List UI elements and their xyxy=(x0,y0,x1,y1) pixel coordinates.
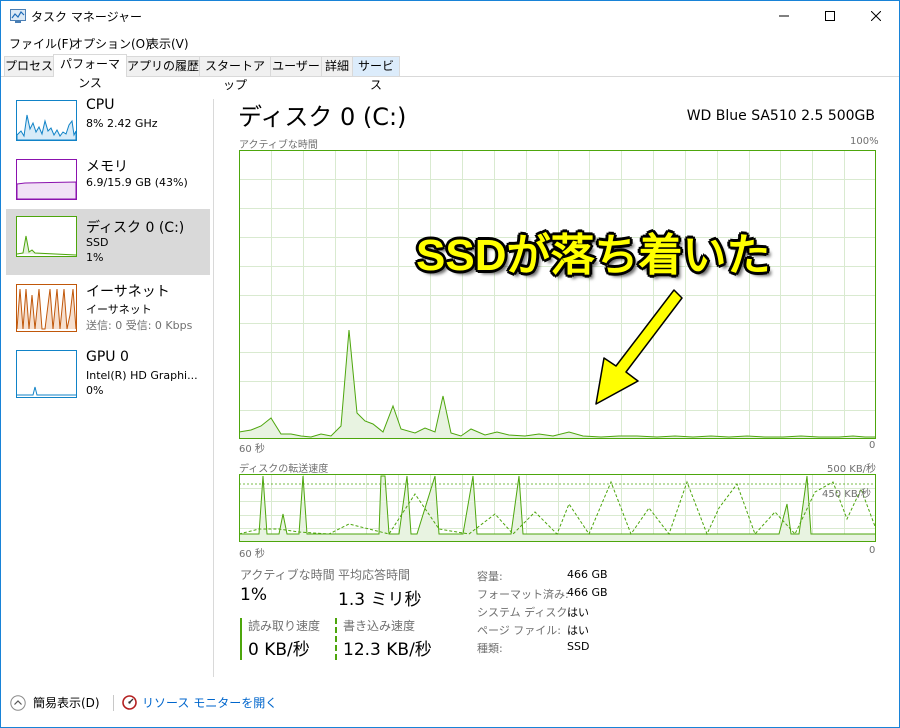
write-speed-marker xyxy=(335,618,337,660)
tab-app-history[interactable]: アプリの履歴 xyxy=(126,56,200,76)
sidebar-item-disk0[interactable]: ディスク 0 (C:) SSD 1% xyxy=(6,209,210,275)
active-time-value: 1% xyxy=(240,585,267,605)
sidebar-ethernet-throughput: 送信: 0 受信: 0 Kbps xyxy=(86,319,193,332)
sidebar-disk-usage: 1% xyxy=(86,251,104,264)
graph1-label: アクティブな時間 xyxy=(239,140,318,151)
read-speed-label: 読み取り速度 xyxy=(248,619,321,633)
sidebar-item-cpu[interactable]: CPU 8% 2.42 GHz xyxy=(6,93,210,159)
sidebar-disk-type: SSD xyxy=(86,236,109,249)
disk-thumbnail-graph xyxy=(16,216,77,257)
prop-system-disk-value: はい xyxy=(567,606,589,619)
sidebar-item-ethernet[interactable]: イーサネット イーサネット 送信: 0 受信: 0 Kbps xyxy=(6,275,210,341)
menu-options[interactable]: オプション(O) xyxy=(71,35,150,52)
close-button[interactable] xyxy=(853,1,899,31)
title-bar: タスク マネージャー xyxy=(1,1,899,31)
graph2-label: ディスクの転送速度 xyxy=(239,464,329,475)
graph2-max: 500 KB/秒 xyxy=(827,464,877,475)
sidebar-item-gpu[interactable]: GPU 0 Intel(R) HD Graphi... 0% xyxy=(6,343,210,409)
maximize-button[interactable] xyxy=(807,1,853,31)
annotation-arrow-icon xyxy=(595,289,683,405)
write-speed-label: 書き込み速度 xyxy=(343,619,416,633)
sidebar-gpu-model: Intel(R) HD Graphi... xyxy=(86,369,198,382)
graph1-time: 60 秒 xyxy=(239,444,265,455)
footer-divider xyxy=(113,695,114,711)
annotation-text: SSDが落ち着いた xyxy=(416,231,771,280)
graph2-min: 0 xyxy=(869,545,876,556)
write-speed-value: 12.3 KB/秒 xyxy=(343,640,432,660)
menu-view[interactable]: 表示(V) xyxy=(147,35,189,52)
footer-bar: 簡易表示(D) リソース モニターを開く xyxy=(1,689,899,719)
active-time-label: アクティブな時間 xyxy=(240,568,335,582)
transfer-rate-graph xyxy=(239,474,876,542)
prop-system-disk-label: システム ディスク: xyxy=(477,606,572,619)
tab-startup[interactable]: スタートアップ xyxy=(199,56,271,92)
prop-formatted-value: 466 GB xyxy=(567,586,608,599)
tab-strip: プロセス パフォーマンス アプリの履歴 スタートアップ ユーザー 詳細 サービス xyxy=(1,54,899,92)
prop-page-file-value: はい xyxy=(567,624,589,637)
prop-capacity-value: 466 GB xyxy=(567,568,608,581)
prop-type-value: SSD xyxy=(567,640,590,653)
memory-thumbnail-graph xyxy=(16,159,77,200)
fewer-details-button[interactable]: 簡易表示(D) xyxy=(10,694,100,711)
prop-capacity-label: 容量: xyxy=(477,570,503,583)
close-icon xyxy=(871,11,881,21)
chevron-up-icon xyxy=(10,694,26,711)
minimize-icon xyxy=(779,15,789,17)
task-manager-icon xyxy=(10,9,26,23)
prop-page-file-label: ページ ファイル: xyxy=(477,624,561,637)
sidebar-gpu-usage: 0% xyxy=(86,384,104,397)
tab-performance[interactable]: パフォーマンス xyxy=(53,54,127,90)
prop-formatted-label: フォーマット済み: xyxy=(477,588,569,601)
read-speed-marker xyxy=(240,618,242,660)
task-manager-window: タスク マネージャー ファイル(F) オプション(O) 表示(V) プロセス パ… xyxy=(0,0,900,728)
minimize-button[interactable] xyxy=(761,1,807,31)
menu-bar: ファイル(F) オプション(O) 表示(V) xyxy=(1,32,899,52)
tab-processes[interactable]: プロセス xyxy=(4,56,54,76)
graph1-min: 0 xyxy=(869,440,876,451)
tab-details[interactable]: 詳細 xyxy=(321,56,353,76)
pane-divider xyxy=(213,99,214,677)
graph1-max: 100% xyxy=(850,136,879,147)
maximize-icon xyxy=(825,11,835,21)
sidebar-gpu-name: GPU 0 xyxy=(86,349,129,365)
sidebar-cpu-name: CPU xyxy=(86,97,115,113)
cpu-thumbnail-graph xyxy=(16,100,77,141)
ethernet-thumbnail-graph xyxy=(16,284,77,332)
sidebar-ethernet-adapter: イーサネット xyxy=(86,303,152,316)
active-time-graph xyxy=(239,150,876,439)
sidebar-memory-usage: 6.9/15.9 GB (43%) xyxy=(86,176,188,189)
tab-users[interactable]: ユーザー xyxy=(270,56,322,76)
read-speed-value: 0 KB/秒 xyxy=(248,640,310,660)
sidebar-memory-name: メモリ xyxy=(86,159,128,175)
sidebar-cpu-usage: 8% 2.42 GHz xyxy=(86,117,158,130)
sidebar-ethernet-name: イーサネット xyxy=(86,284,170,300)
disk-model: WD Blue SA510 2.5 500GB xyxy=(686,108,875,124)
graph2-second-scale: 450 KB/秒 xyxy=(822,489,872,500)
response-time-value: 1.3 ミリ秒 xyxy=(338,590,422,610)
page-title: ディスク 0 (C:) xyxy=(238,103,407,131)
menu-file[interactable]: ファイル(F) xyxy=(9,35,73,52)
graph2-time: 60 秒 xyxy=(239,549,265,560)
window-title: タスク マネージャー xyxy=(31,10,142,24)
resource-monitor-icon xyxy=(122,695,137,710)
open-resource-monitor-link[interactable]: リソース モニターを開く xyxy=(122,694,277,711)
open-resource-monitor-label: リソース モニターを開く xyxy=(142,696,278,710)
fewer-details-label: 簡易表示(D) xyxy=(33,696,100,710)
sidebar-disk-name: ディスク 0 (C:) xyxy=(86,220,185,236)
gpu-thumbnail-graph xyxy=(16,350,77,398)
response-time-label: 平均応答時間 xyxy=(338,568,411,582)
prop-type-label: 種類: xyxy=(477,642,503,655)
tab-services[interactable]: サービス xyxy=(352,56,400,92)
